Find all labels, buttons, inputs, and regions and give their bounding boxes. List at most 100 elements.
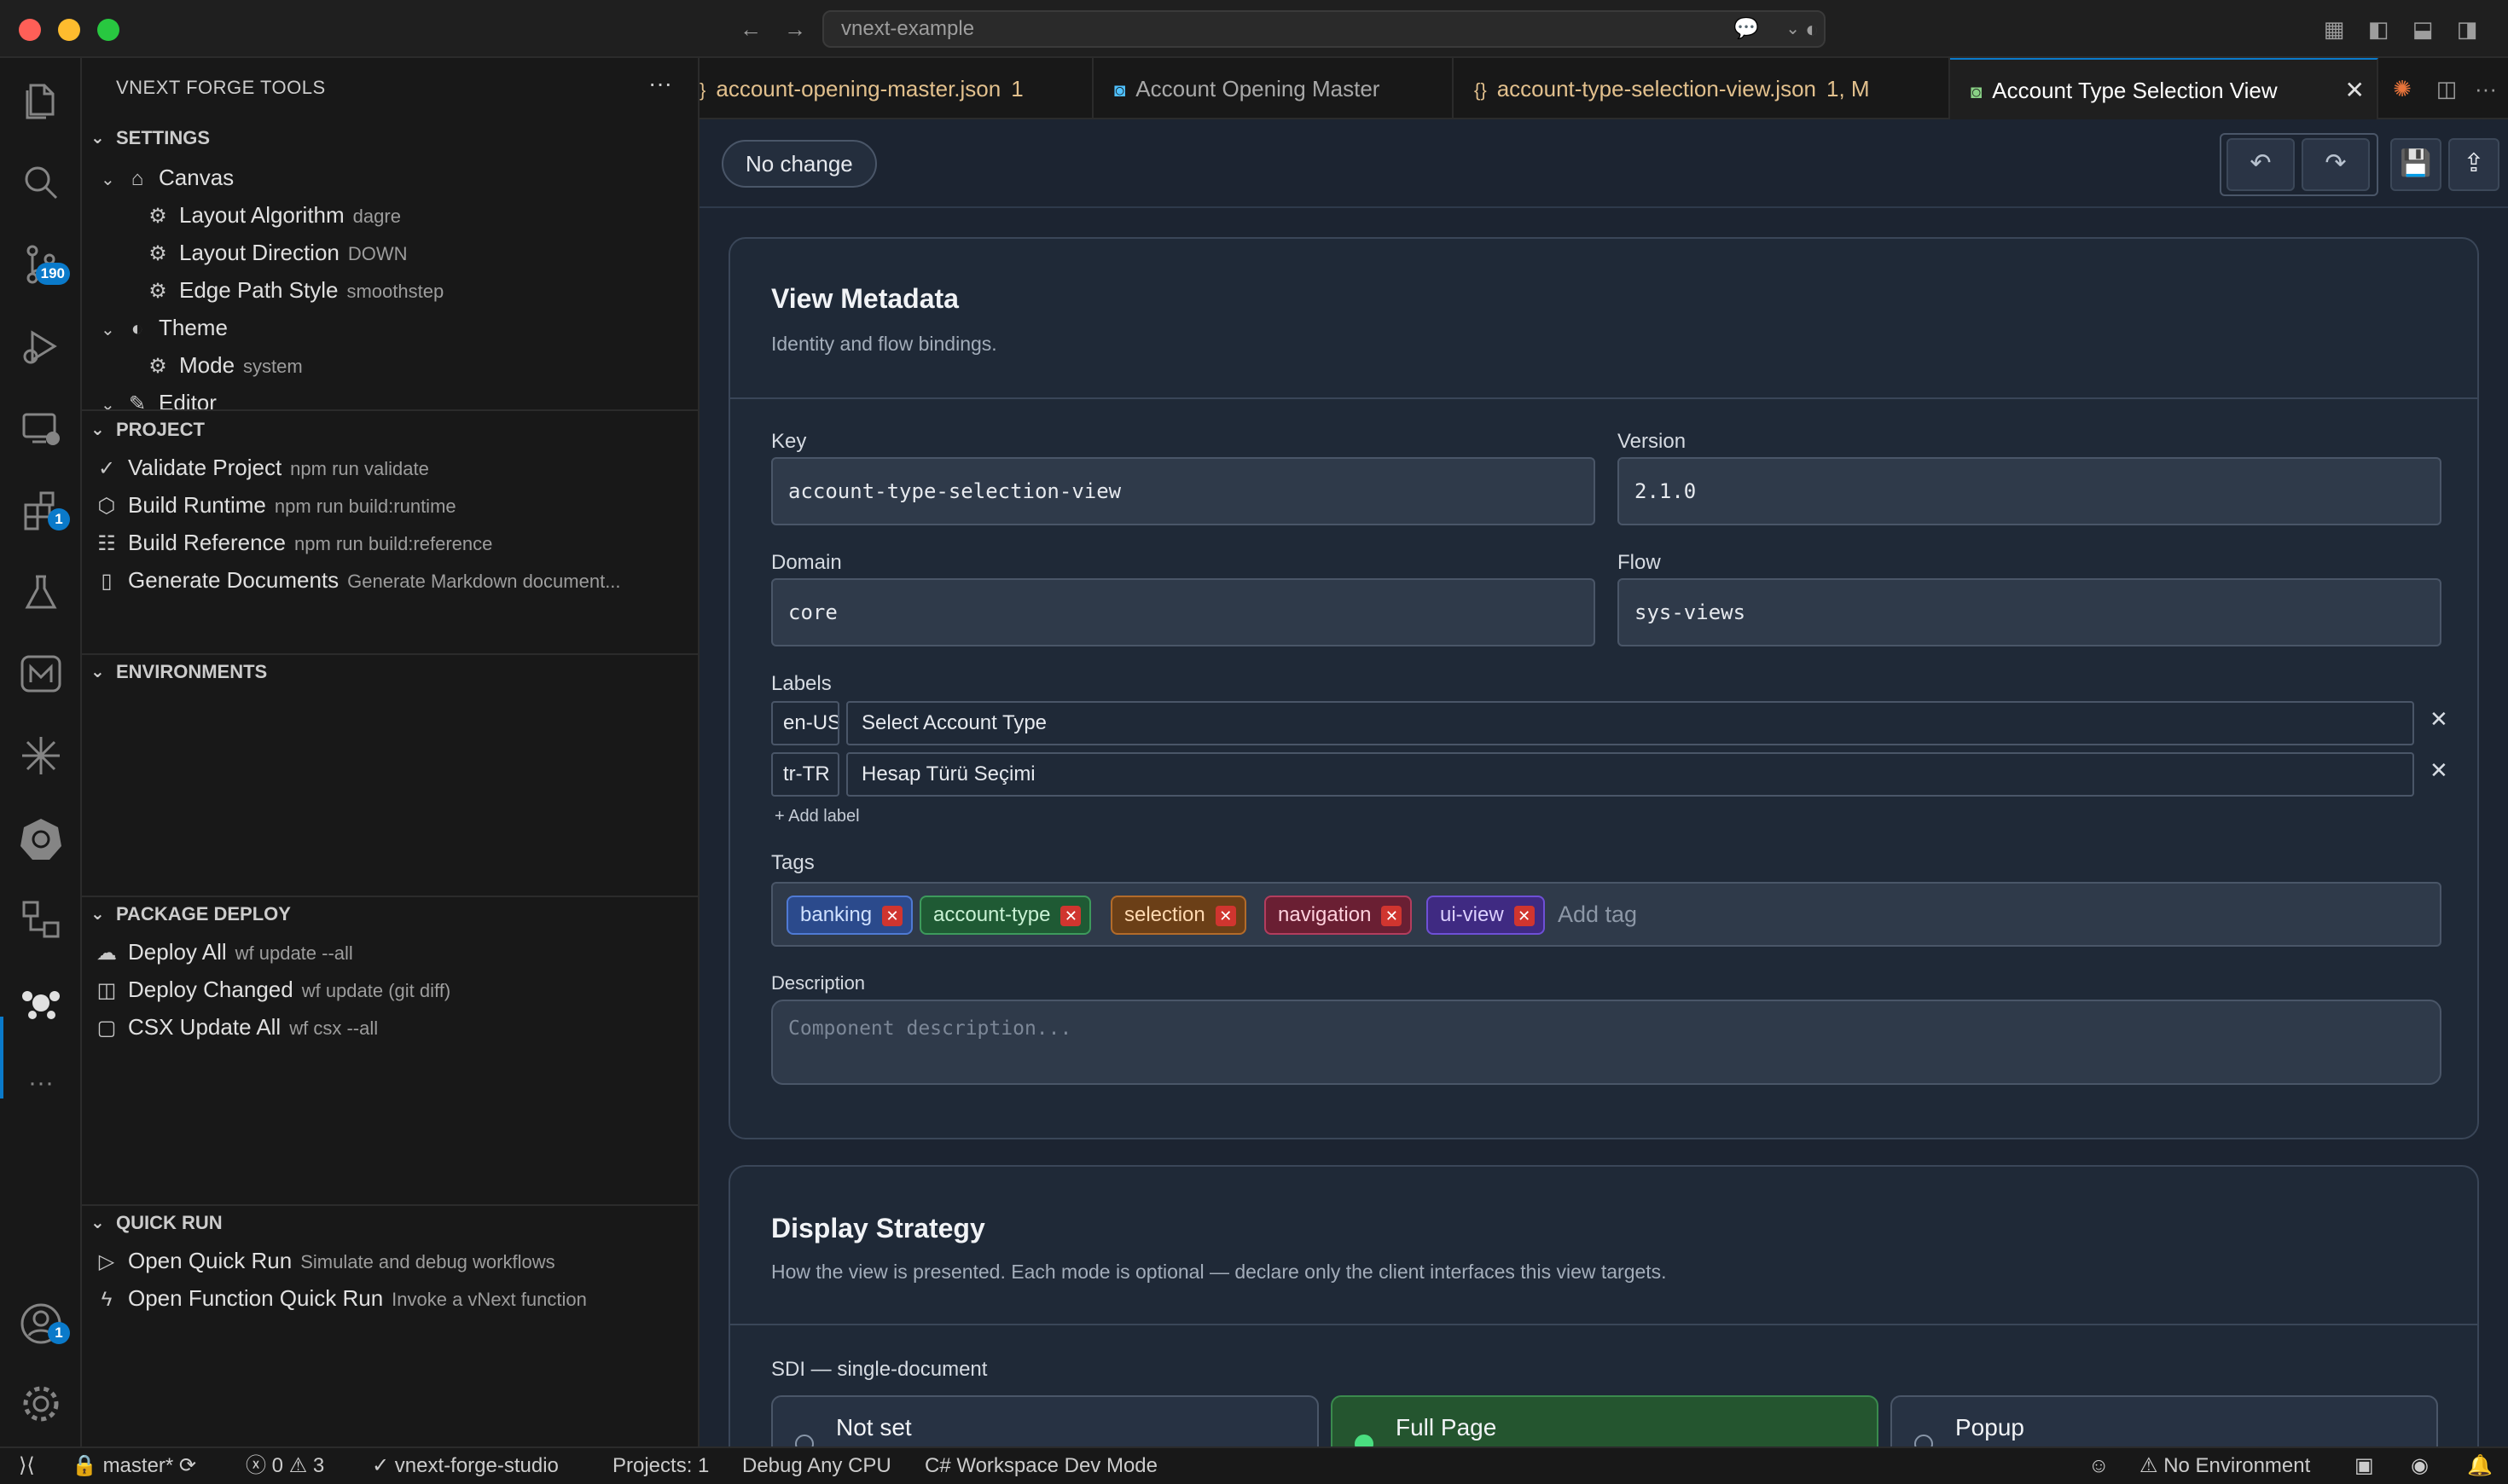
- markdown-icon[interactable]: [17, 650, 65, 698]
- extensions-icon[interactable]: 1: [17, 486, 70, 534]
- tab-account-opening-master[interactable]: ◙ Account Opening Master: [1094, 58, 1454, 119]
- undo-button[interactable]: ↶: [2226, 138, 2295, 191]
- tree-item-mode[interactable]: ⚙ Mode system: [143, 346, 303, 384]
- debug-config[interactable]: Debug Any CPU: [742, 1448, 891, 1484]
- deploy-item-changed[interactable]: ◫ Deploy Changed wf update (git diff): [92, 971, 451, 1008]
- quick-run-section-header[interactable]: ⌄ QUICK RUN: [82, 1206, 698, 1240]
- customize-layout-icon[interactable]: ▦: [2319, 14, 2349, 44]
- sparkle-icon[interactable]: ✺: [2387, 73, 2418, 104]
- tab-account-type-selection-view[interactable]: ◙ Account Type Selection View ✕: [1950, 58, 2378, 119]
- vnext-forge-icon[interactable]: [17, 977, 65, 1025]
- quick-run-item-function[interactable]: ϟ Open Function Quick Run Invoke a vNext f…: [92, 1279, 587, 1317]
- tag-chip-banking: banking ✕: [787, 896, 914, 935]
- key-input[interactable]: account-type-selection-view: [771, 457, 1595, 525]
- command-center-search[interactable]: vnext-example 💬 ⌄: [822, 10, 1826, 48]
- domain-input[interactable]: core: [771, 578, 1595, 646]
- notifications-icon[interactable]: 🔔: [2467, 1448, 2493, 1484]
- problems-indicator[interactable]: ⓧ 0 ⚠ 3: [246, 1448, 324, 1484]
- label-language-input[interactable]: en-US: [771, 701, 839, 745]
- flow-icon[interactable]: [17, 896, 65, 943]
- tab-account-opening-master-json[interactable]: } account-opening-master.json 1: [700, 58, 1094, 119]
- label-value-input[interactable]: Hesap Türü Seçimi: [846, 752, 2414, 797]
- gear-icon[interactable]: [17, 1380, 65, 1428]
- forward-arrow-icon[interactable]: →: [780, 14, 810, 44]
- project-section-header[interactable]: ⌄ PROJECT: [82, 413, 698, 447]
- tree-item-edge-path-style[interactable]: ⚙ Edge Path Style smoothstep: [143, 271, 444, 309]
- display-option-popup[interactable]: Popup: [1890, 1395, 2438, 1446]
- deploy-item-csx[interactable]: ▢ CSX Update All wf csx --all: [92, 1008, 378, 1046]
- projects-count[interactable]: Projects: 1: [612, 1448, 709, 1484]
- run-debug-icon[interactable]: [17, 322, 65, 370]
- copilot-status-icon[interactable]: ☺: [2088, 1448, 2110, 1484]
- quick-run-item-open[interactable]: ▷ Open Quick Run Simulate and debug workfl…: [92, 1242, 555, 1279]
- tags-input-container[interactable]: banking ✕ account-type ✕ selection ✕ naviga…: [771, 882, 2441, 947]
- workspace-mode[interactable]: C# Workspace Dev Mode: [925, 1448, 1158, 1484]
- tree-item-theme[interactable]: ⌄ ◐ Theme: [101, 309, 228, 346]
- source-control-icon[interactable]: 190: [17, 241, 70, 288]
- chat-icon[interactable]: 💬: [1733, 12, 1759, 46]
- tag-label: selection: [1124, 903, 1205, 926]
- remove-tag-icon[interactable]: ✕: [1381, 906, 1402, 926]
- label-language-input[interactable]: tr-TR: [771, 752, 839, 797]
- description-textarea[interactable]: Component description...: [771, 1000, 2441, 1085]
- tree-item-layout-direction[interactable]: ⚙ Layout Direction DOWN: [143, 234, 407, 271]
- remote-explorer-icon[interactable]: [17, 404, 65, 452]
- close-window-button[interactable]: [19, 19, 41, 41]
- remove-label-icon[interactable]: ✕: [2430, 757, 2448, 784]
- deploy-item-all[interactable]: ☁ Deploy All wf update --all: [92, 933, 353, 971]
- toggle-secondary-sidebar-icon[interactable]: ◨: [2452, 14, 2482, 44]
- copilot-icon[interactable]: ◐: [1797, 14, 1827, 44]
- label-value-input[interactable]: Select Account Type: [846, 701, 2414, 745]
- more-actions-icon[interactable]: ···: [2470, 73, 2501, 104]
- vnext-view-icon: ◙: [1971, 81, 1983, 102]
- close-tab-icon[interactable]: ✕: [2345, 60, 2365, 119]
- testing-icon[interactable]: [17, 568, 65, 616]
- minimize-window-button[interactable]: [58, 19, 80, 41]
- project-item-build-reference[interactable]: ☷ Build Reference npm run build:reference: [92, 524, 492, 561]
- add-label-button[interactable]: + Add label: [775, 807, 860, 826]
- remote-icon[interactable]: ⟩⟨: [19, 1448, 35, 1484]
- remove-tag-icon[interactable]: ✕: [1215, 906, 1236, 926]
- publish-button[interactable]: ⇪: [2448, 138, 2499, 191]
- accounts-icon[interactable]: 1: [17, 1300, 70, 1348]
- flow-input[interactable]: sys-views: [1617, 578, 2441, 646]
- kubernetes-icon[interactable]: [17, 814, 65, 861]
- git-branch[interactable]: 🔒 master* ⟳: [72, 1448, 196, 1484]
- environments-section-header[interactable]: ⌄ ENVIRONMENTS: [82, 655, 698, 689]
- package-deploy-section-header[interactable]: ⌄ PACKAGE DEPLOY: [82, 897, 698, 931]
- workspace-indicator[interactable]: ✓ vnext-forge-studio: [372, 1448, 559, 1484]
- settings-section-header[interactable]: ⌄ SETTINGS: [82, 121, 698, 155]
- add-tag-input[interactable]: Add tag: [1558, 884, 1637, 945]
- resharper-icon[interactable]: ▣: [2354, 1448, 2374, 1484]
- environment-indicator[interactable]: ⚠ No Environment: [2139, 1448, 2310, 1484]
- active-indicator: [0, 1017, 3, 1099]
- maximize-window-button[interactable]: [97, 19, 119, 41]
- display-option-not-set[interactable]: Not set: [771, 1395, 1319, 1446]
- split-editor-icon[interactable]: ◫: [2431, 73, 2462, 104]
- project-item-build-runtime[interactable]: ⬡ Build Runtime npm run build:runtime: [92, 486, 456, 524]
- sparkle-icon[interactable]: [17, 732, 65, 780]
- csharp-icon[interactable]: ◉: [2411, 1448, 2429, 1484]
- tree-item-canvas[interactable]: ⌄ ⌂ Canvas: [101, 159, 234, 196]
- search-icon[interactable]: [17, 159, 65, 206]
- display-option-full-page[interactable]: Full Page: [1331, 1395, 1878, 1446]
- remove-tag-icon[interactable]: ✕: [1060, 906, 1082, 926]
- sidebar-more-icon[interactable]: ···: [648, 70, 672, 97]
- remove-label-icon[interactable]: ✕: [2430, 706, 2448, 733]
- files-icon[interactable]: [17, 77, 65, 125]
- remove-tag-icon[interactable]: ✕: [1513, 906, 1535, 926]
- remove-tag-icon[interactable]: ✕: [882, 906, 903, 926]
- back-arrow-icon[interactable]: ←: [735, 14, 766, 44]
- project-item-generate-documents[interactable]: ▯ Generate Documents Generate Markdown doc…: [92, 561, 620, 599]
- project-item-validate[interactable]: ✓ Validate Project npm run validate: [92, 449, 429, 486]
- version-input[interactable]: 2.1.0: [1617, 457, 2441, 525]
- tab-account-type-selection-view-json[interactable]: {} account-type-selection-view.json 1, M: [1454, 58, 1950, 119]
- save-button[interactable]: 💾: [2390, 138, 2441, 191]
- tree-item-editor[interactable]: ⌄ ✎ Editor: [101, 384, 217, 409]
- toggle-panel-icon[interactable]: ⬓: [2407, 14, 2438, 44]
- warning-count: 3: [312, 1454, 325, 1477]
- redo-button[interactable]: ↷: [2302, 138, 2370, 191]
- more-icon[interactable]: ···: [17, 1059, 65, 1107]
- tree-item-layout-algorithm[interactable]: ⚙ Layout Algorithm dagre: [143, 196, 401, 234]
- toggle-primary-sidebar-icon[interactable]: ◧: [2363, 14, 2394, 44]
